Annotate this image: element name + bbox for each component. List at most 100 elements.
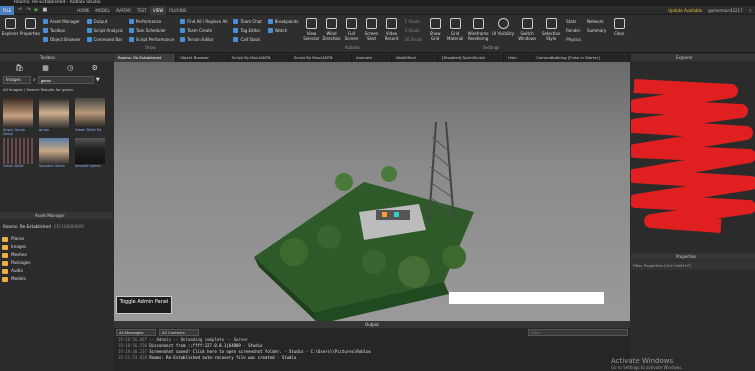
team-create-button[interactable]: Team Create (180, 26, 227, 35)
find-replace-button[interactable]: Find All / Replace All (180, 17, 227, 26)
marketplace-tab-icon[interactable]: 🛍 (15, 64, 24, 72)
messages-filter[interactable]: All Messages (116, 329, 156, 336)
3d-viewport[interactable]: Toggle Admin Panel (114, 62, 630, 321)
toolbox-item[interactable]: devolish gman (75, 138, 107, 168)
command-bar-icon (86, 37, 92, 42)
tab-camerabobbing[interactable]: CameraBobbing [Pulse in Starter] (532, 54, 630, 62)
ui-visibility-button[interactable]: UI Visibility (491, 15, 515, 45)
file-menu[interactable]: FILE (0, 5, 15, 15)
creations-tab-icon[interactable]: ⚙ (92, 64, 98, 72)
grid-material-button[interactable]: Grid Material (445, 15, 465, 45)
script-analysis-button[interactable]: Script Analysis (86, 26, 123, 35)
tab-animate[interactable]: Animate (352, 54, 392, 62)
command-bar-button[interactable]: Command Bar (86, 35, 123, 44)
output-title: Output (365, 322, 379, 327)
toolbox-button[interactable]: Toolbox (43, 26, 81, 35)
tab-walkeffect[interactable]: WalkEffect (392, 54, 438, 62)
explorer-header: Explorer (631, 54, 755, 61)
toolbox-item[interactable]: Gman toilet (3, 138, 35, 168)
ui-visibility-label: UI Visibility (492, 31, 515, 36)
tab-test[interactable]: TEST (134, 6, 150, 15)
folder-meshes[interactable]: Meshes (0, 251, 113, 259)
properties-filter-input[interactable]: Filter Properties (Ctrl+Shift+P) (631, 261, 755, 270)
tag-editor-label: Tag Editor (240, 28, 261, 33)
properties-button[interactable]: Properties (20, 15, 40, 45)
search-icon: ⌕ (33, 77, 36, 83)
share-icon[interactable]: ⇪ (746, 6, 755, 15)
task-scheduler-button[interactable]: Task Scheduler (128, 26, 174, 35)
undo-icon[interactable]: ↶ (18, 7, 22, 13)
show-grid-button[interactable]: Show Grid (425, 15, 445, 45)
recent-tab-icon[interactable]: ◷ (67, 64, 73, 72)
folder-packages[interactable]: Packages (0, 259, 113, 267)
activate-windows-watermark: Activate Windows Go to Settings to activ… (611, 357, 683, 370)
folder-images[interactable]: Images (0, 243, 113, 251)
output-line[interactable]: 19:21:53.828 Rooms: Re-Established auto-… (118, 355, 630, 361)
stats-group-2: Network Summary (584, 15, 609, 37)
physics-button[interactable]: Physics (566, 35, 581, 44)
contexts-filter[interactable]: All Contexts (159, 329, 199, 336)
switch-windows-button[interactable]: Switch Windows (515, 15, 539, 45)
asset-manager-icon (43, 19, 48, 24)
search-input[interactable] (37, 76, 94, 84)
full-screen-button[interactable]: Full Screen (342, 15, 362, 45)
category-select[interactable]: Images (3, 76, 31, 84)
toggle-admin-panel-button[interactable]: Toggle Admin Panel (116, 296, 172, 314)
user-name[interactable]: gamerman42217 (705, 6, 746, 15)
folder-icon (2, 276, 8, 282)
explorer-tree[interactable] (626, 61, 755, 251)
render-button[interactable]: Render (566, 26, 581, 35)
studs-4-button[interactable]: 4 Studs (405, 26, 423, 35)
toolbox-item[interactable]: Gman Toilet Ed (75, 98, 107, 136)
studs-16-button[interactable]: 16 Studs (405, 35, 423, 44)
output-button[interactable]: Output (86, 17, 123, 26)
tab-home[interactable]: HOME (74, 6, 92, 15)
wireframe-button[interactable]: Wireframe Rendering (465, 15, 491, 45)
network-button[interactable]: Network (587, 17, 606, 26)
play-icon[interactable]: ▶ (35, 7, 39, 13)
tab-object-browser[interactable]: Object Browser (176, 54, 228, 62)
tab-model[interactable]: MODEL (92, 6, 112, 15)
toolbox-item[interactable]: gman (39, 98, 71, 136)
folder-models[interactable]: Models (0, 275, 113, 283)
video-record-button[interactable]: Video Record (382, 15, 402, 45)
team-chat-button[interactable]: Team Chat (233, 17, 262, 26)
output-filter-input[interactable] (528, 329, 628, 336)
update-available[interactable]: Update Available (665, 6, 705, 15)
tab-view[interactable]: VIEW (149, 5, 167, 15)
tab-avatar[interactable]: AVATAR (113, 6, 134, 15)
view-selector-button[interactable]: View Selector (302, 15, 322, 45)
toolbox-item[interactable]: Angry Gman Decal (3, 98, 35, 136)
call-stack-button[interactable]: Call Stack (233, 35, 261, 44)
tab-hide[interactable]: Hide (504, 54, 532, 62)
summary-button[interactable]: Summary (587, 26, 606, 35)
redo-icon[interactable]: ↷ (26, 7, 30, 13)
script-performance-button[interactable]: Script Performance (128, 35, 174, 44)
folder-icon (2, 236, 8, 242)
tab-place[interactable]: Rooms: Re-Established (114, 54, 176, 62)
tab-script-1[interactable]: Script By Mas1ANTB (228, 54, 290, 62)
asset-manager-button[interactable]: Asset Manager (43, 17, 81, 26)
breakpoints-button[interactable]: Breakpoints (267, 17, 299, 26)
object-browser-button[interactable]: Object Browser (43, 35, 81, 44)
screen-shot-button[interactable]: Screen Shot (362, 15, 382, 45)
folder-places[interactable]: Places (0, 235, 113, 243)
watch-button[interactable]: Watch (267, 26, 299, 35)
selection-style-button[interactable]: Selection Style (539, 15, 563, 45)
tab-script-2[interactable]: Script By Mas1ANTB (290, 54, 352, 62)
stats-button[interactable]: Stats (566, 17, 581, 26)
toolbox-item[interactable]: Speaker Gman (39, 138, 71, 168)
tag-editor-button[interactable]: Tag Editor (233, 26, 261, 35)
wind-direction-button[interactable]: Wind Direction (322, 15, 342, 45)
clear-button[interactable]: Clear (609, 15, 629, 45)
terrain-editor-button[interactable]: Terrain Editor (180, 35, 227, 44)
stop-icon[interactable]: ■ (43, 7, 48, 13)
explorer-button[interactable]: Explorer (0, 15, 20, 45)
filter-icon[interactable]: ▼ (96, 77, 100, 83)
tab-sprintscript[interactable]: [Disabled] SprintScript (438, 54, 504, 62)
inventory-tab-icon[interactable]: ▦ (42, 64, 49, 72)
studs-1-button[interactable]: 1 Studs (405, 17, 423, 26)
performance-button[interactable]: Performance (128, 17, 174, 26)
folder-audio[interactable]: Audio (0, 267, 113, 275)
tab-plugins[interactable]: PLUGINS (166, 6, 189, 15)
